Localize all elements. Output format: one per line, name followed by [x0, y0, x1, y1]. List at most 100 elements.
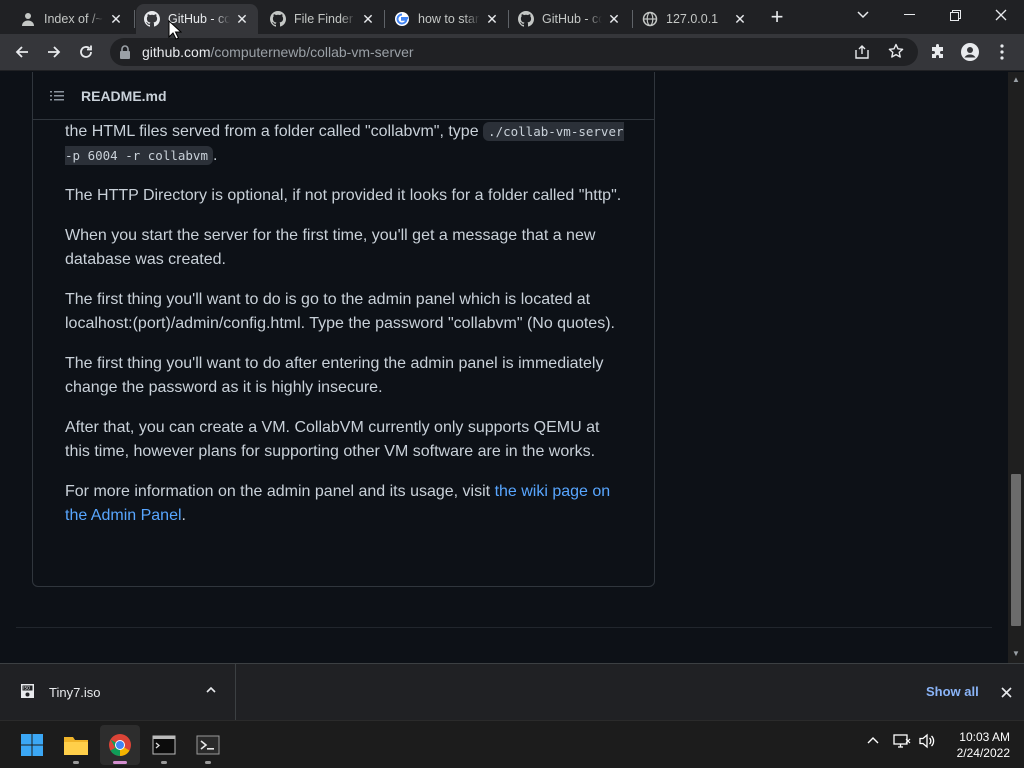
- paragraph: The HTTP Directory is optional, if not p…: [65, 187, 622, 204]
- github-icon: [518, 11, 534, 27]
- folder-user-icon: [20, 11, 36, 27]
- readme-body: the HTML files served from a folder call…: [65, 120, 625, 544]
- scroll-down-arrow-icon[interactable]: ▼: [1011, 649, 1021, 659]
- show-hidden-icons-button[interactable]: [866, 733, 880, 752]
- browser-toolbar: github.com/computernewb/collab-vm-server: [0, 34, 1024, 71]
- scroll-up-arrow-icon[interactable]: ▲: [1011, 75, 1021, 85]
- paragraph: The first thing you'll want to do is go …: [65, 291, 615, 332]
- tab-how-to-start[interactable]: how to start ✕: [386, 4, 508, 34]
- tab-search-button[interactable]: [840, 0, 886, 30]
- share-button[interactable]: [854, 44, 870, 65]
- paragraph: After that, you can create a VM. CollabV…: [65, 419, 600, 460]
- network-icon: [893, 734, 911, 748]
- running-indicator: [205, 761, 211, 764]
- close-icon: [995, 9, 1007, 21]
- menu-button[interactable]: [988, 38, 1016, 66]
- close-tab-icon[interactable]: ✕: [360, 11, 376, 27]
- restore-button[interactable]: [932, 0, 978, 30]
- puzzle-icon: [932, 44, 943, 58]
- chevron-up-icon: [867, 737, 879, 744]
- profile-button[interactable]: [956, 38, 984, 66]
- svg-text:ISO: ISO: [23, 686, 30, 691]
- new-tab-button[interactable]: +: [766, 6, 788, 29]
- chrome-taskbar-button[interactable]: [100, 725, 140, 765]
- running-indicator: [113, 761, 127, 764]
- minimize-icon: [903, 14, 915, 15]
- lock-icon[interactable]: [119, 45, 131, 59]
- clock-date: 2/24/2022: [956, 746, 1010, 760]
- system-clock[interactable]: 10:03 AM 2/24/2022: [940, 729, 1010, 761]
- url-host: github.com: [142, 44, 211, 60]
- forward-button[interactable]: [40, 38, 68, 66]
- globe-icon: [642, 11, 658, 27]
- running-indicator: [73, 761, 79, 764]
- close-window-button[interactable]: [978, 0, 1024, 30]
- readme-filename: README.md: [81, 88, 167, 104]
- paragraph-text: .: [181, 507, 186, 524]
- bookmark-button[interactable]: [888, 43, 904, 64]
- paragraph: the HTML files served from a folder call…: [65, 120, 625, 168]
- share-icon: [855, 45, 869, 59]
- iso-file-icon: ISO: [21, 684, 34, 698]
- tab-localhost[interactable]: 127.0.0.1 ✕: [634, 4, 756, 34]
- tab-separator: [508, 10, 509, 28]
- paragraph-text: For more information on the admin panel …: [65, 483, 495, 500]
- close-tab-icon[interactable]: ✕: [606, 11, 622, 27]
- powershell-icon: [196, 735, 220, 755]
- paragraph: For more information on the admin panel …: [65, 480, 625, 528]
- tab-separator: [384, 10, 385, 28]
- star-icon: [888, 43, 904, 58]
- github-icon: [144, 11, 160, 27]
- outline-list-icon[interactable]: [49, 88, 65, 104]
- tab-title: how to start: [418, 12, 480, 26]
- terminal-taskbar-button[interactable]: [144, 725, 184, 765]
- powershell-taskbar-button[interactable]: [188, 725, 228, 765]
- file-explorer-icon: [64, 737, 88, 755]
- speaker-icon: [919, 733, 935, 749]
- show-all-downloads-button[interactable]: Show all: [926, 684, 979, 699]
- close-icon: [1000, 686, 1012, 698]
- minimize-button[interactable]: [886, 0, 932, 30]
- paragraph-text: .: [213, 147, 218, 164]
- page-content: README.md the HTML files served from a f…: [0, 72, 1024, 663]
- windows-start-icon: [21, 734, 43, 756]
- url-text: github.com/computernewb/collab-vm-server: [142, 44, 414, 60]
- mouse-pointer-icon: [168, 20, 182, 40]
- tab-title: Index of /~: [44, 12, 103, 26]
- close-shelf-button[interactable]: [997, 683, 1015, 701]
- reload-icon: [80, 45, 92, 58]
- close-tab-icon[interactable]: ✕: [484, 11, 500, 27]
- paragraph-text: the HTML files served from a folder call…: [65, 123, 484, 140]
- github-icon: [270, 11, 286, 27]
- tab-index[interactable]: Index of /~ ✕: [12, 4, 132, 34]
- download-shelf: ISO Tiny7.iso Show all: [0, 663, 1024, 720]
- close-tab-icon[interactable]: ✕: [234, 11, 250, 27]
- tab-separator: [632, 10, 633, 28]
- google-icon: [394, 11, 410, 27]
- tab-file-finder[interactable]: File Finder ✕: [262, 4, 384, 34]
- back-button[interactable]: [8, 38, 36, 66]
- start-button[interactable]: [12, 725, 52, 765]
- taskbar: 10:03 AM 2/24/2022: [0, 720, 1024, 768]
- file-explorer-taskbar-button[interactable]: [56, 725, 96, 765]
- readme-header: README.md: [33, 72, 654, 120]
- download-item[interactable]: ISO Tiny7.iso: [0, 664, 236, 720]
- url-path: /computernewb/collab-vm-server: [210, 44, 414, 60]
- restore-icon: [949, 9, 961, 21]
- network-tray-button[interactable]: [893, 733, 911, 754]
- arrow-right-icon: [48, 46, 61, 58]
- reload-button[interactable]: [72, 38, 100, 66]
- tab-github-computernewb[interactable]: GitHub - computernewb ✕: [510, 4, 630, 34]
- tab-strip: Index of /~ ✕ GitHub - computernewb/coll…: [0, 0, 1024, 34]
- chevron-up-icon[interactable]: [205, 684, 217, 696]
- volume-tray-button[interactable]: [918, 733, 936, 754]
- chevron-down-icon: [857, 11, 869, 19]
- tab-github-collab-vm-server[interactable]: GitHub - computernewb/collab-vm-server ✕: [136, 4, 258, 34]
- address-bar[interactable]: github.com/computernewb/collab-vm-server: [110, 38, 918, 66]
- close-tab-icon[interactable]: ✕: [108, 11, 124, 27]
- avatar-icon: [961, 43, 979, 61]
- scrollbar-thumb[interactable]: [1011, 474, 1021, 626]
- extensions-button[interactable]: [924, 38, 952, 66]
- vertical-scrollbar[interactable]: ▲ ▼: [1008, 72, 1024, 663]
- close-tab-icon[interactable]: ✕: [732, 11, 748, 27]
